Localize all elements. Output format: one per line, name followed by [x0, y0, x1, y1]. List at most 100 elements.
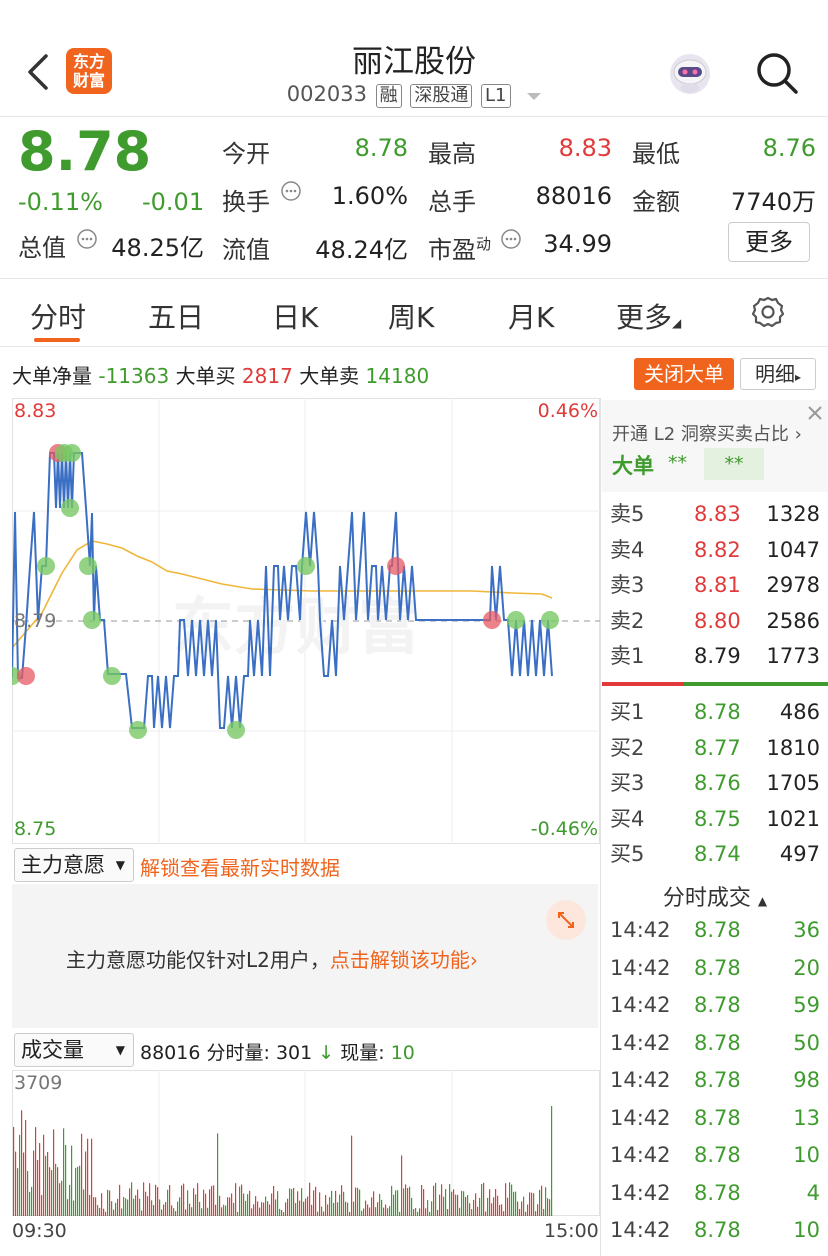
volume-bar [305, 1198, 307, 1216]
l2-promo-box[interactable]: 开通 L2 洞察买卖占比 › 大单 ** ** [602, 400, 828, 492]
volume-bar [191, 1207, 193, 1216]
more-quote-button[interactable]: 更多 [728, 222, 810, 262]
detail-button[interactable]: 明细▸ [740, 358, 816, 390]
volume-bar [265, 1196, 267, 1216]
volume-bar [203, 1189, 205, 1216]
volume-bar [251, 1208, 253, 1216]
volume-bar [291, 1189, 293, 1216]
buy-level-label: 买3 [610, 771, 645, 795]
expand-icon[interactable] [546, 900, 586, 940]
volume-chart[interactable]: 3709 [12, 1070, 600, 1216]
volume-bar [249, 1190, 251, 1216]
tab-intraday[interactable]: 分时 [30, 296, 86, 336]
volume-bar [425, 1208, 427, 1216]
volume-bar [217, 1133, 219, 1216]
volume-bar [285, 1202, 287, 1216]
volume-bar [135, 1195, 137, 1216]
volume-bar [275, 1199, 277, 1216]
float-cap-label: 流值 [222, 236, 270, 264]
volume-total: 88016 [140, 1042, 201, 1064]
volume-bar [313, 1190, 315, 1216]
volume-bar [459, 1207, 461, 1216]
sell-order-row: 卖3 8.81 2978 [610, 567, 820, 603]
buy-level-label: 买5 [610, 842, 645, 866]
volume-bar [145, 1191, 147, 1216]
volume-bar [153, 1205, 155, 1216]
volume-bar [419, 1208, 421, 1216]
price-chart[interactable]: 东方财富 8.83 0.46% 8.79 8.75 -0.46% [12, 398, 600, 844]
sell-marker [63, 444, 81, 462]
volume-bar [121, 1208, 123, 1216]
tab-five-day[interactable]: 五日 [148, 296, 204, 336]
volume-bar [431, 1201, 433, 1216]
tick-time: 14:42 [610, 955, 671, 980]
tick-row: 14:42 8.78 50 [610, 1025, 820, 1062]
search-icon[interactable] [754, 50, 800, 96]
settings-icon[interactable] [750, 294, 786, 330]
turnover-label: 换手 [222, 188, 270, 216]
ticks-title[interactable]: 分时成交 ▲ [602, 880, 828, 912]
volume-bar [327, 1204, 329, 1216]
tick-time: 14:42 [610, 918, 671, 942]
volume-bar [229, 1197, 231, 1216]
volume-bar [535, 1211, 537, 1216]
tab-daily-k[interactable]: 日K [272, 296, 318, 336]
volume-bar [319, 1192, 321, 1216]
volume-bar [355, 1187, 357, 1216]
volume-bar [147, 1196, 149, 1216]
volume-bar [383, 1207, 385, 1216]
info-icon[interactable] [76, 228, 98, 250]
tabs-divider [0, 346, 828, 347]
buy-marker [17, 667, 35, 685]
volume-bar [63, 1128, 65, 1216]
tick-time: 14:42 [610, 1068, 671, 1092]
volume-bar [531, 1192, 533, 1216]
volume-bar [279, 1208, 281, 1216]
tick-row: 14:42 8.78 13 [610, 1100, 820, 1137]
volume-bar [509, 1182, 511, 1216]
volume-bar [359, 1189, 361, 1216]
volume-bar [117, 1198, 119, 1216]
volume-bar [143, 1182, 145, 1216]
volume-bar [253, 1204, 255, 1216]
volume-bar [373, 1191, 375, 1216]
volume-bar [403, 1188, 405, 1216]
tab-weekly-k[interactable]: 周K [388, 296, 434, 336]
volume-bar [441, 1184, 443, 1216]
close-big-order-button[interactable]: 关闭大单 [634, 358, 734, 390]
volume-bar [493, 1197, 495, 1216]
close-icon[interactable] [804, 402, 826, 424]
tick-volume: 20 [793, 955, 820, 980]
volume-label: 总手 [428, 188, 476, 216]
wish-select[interactable]: 主力意愿 ▼ [14, 848, 134, 882]
unlock-feature-link[interactable]: 点击解锁该功能 [330, 948, 470, 972]
volume-bar [307, 1196, 309, 1216]
volume-bar [187, 1190, 189, 1216]
chevron-down-icon[interactable] [527, 82, 542, 106]
float-cap-value: 48.24亿 [315, 236, 408, 264]
big-order-summary: 大单净量 -11363 大单买 2817 大单卖 14180 [12, 360, 429, 389]
volume-bar [341, 1185, 343, 1216]
robot-assistant-icon[interactable] [666, 50, 714, 98]
minute-vol-label: 分时量: [206, 1042, 270, 1064]
volume-bar [527, 1204, 529, 1216]
volume-bar [483, 1182, 485, 1216]
volume-select[interactable]: 成交量 ▼ [14, 1033, 134, 1067]
high-label: 最高 [428, 140, 476, 168]
tick-price: 8.78 [694, 1068, 741, 1092]
sell-marker [79, 557, 97, 575]
volume-bar [411, 1197, 413, 1216]
unlock-link[interactable]: 解锁查看最新实时数据 [140, 852, 340, 881]
volume-bar [371, 1197, 373, 1216]
volume-bar [299, 1200, 301, 1216]
sort-up-icon: ▲ [757, 894, 768, 908]
tab-monthly-k[interactable]: 月K [508, 296, 554, 336]
info-icon[interactable] [280, 180, 302, 202]
tick-time: 14:42 [610, 1105, 671, 1130]
volume-bar [393, 1194, 395, 1216]
tab-more[interactable]: 更多◢ [616, 296, 681, 336]
volume-bar [261, 1202, 263, 1216]
quote-divider [0, 278, 828, 279]
buy-level-price: 8.75 [694, 806, 741, 831]
volume-bar [141, 1210, 143, 1216]
